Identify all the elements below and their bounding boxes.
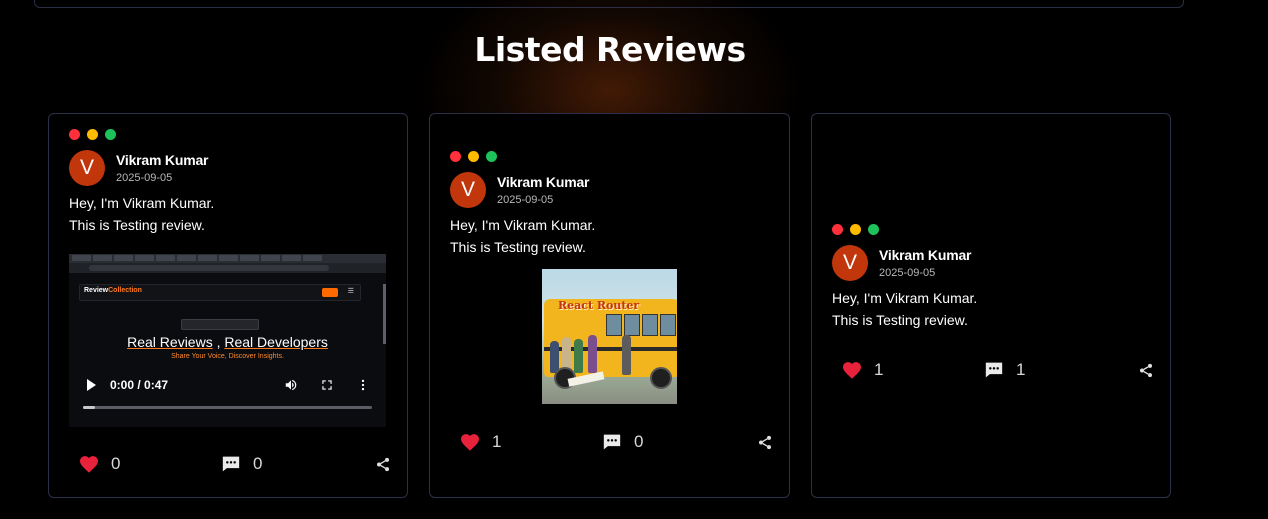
review-text: Hey, I'm Vikram Kumar. This is Testing r… [450, 214, 769, 258]
comment-count: 0 [634, 432, 644, 451]
green-dot [868, 224, 879, 235]
like-count: 0 [111, 454, 121, 473]
video-subheading: Share Your Voice, Discover Insights. [171, 353, 284, 360]
video-logo-text: Review [84, 287, 109, 294]
video-controls: 0:00 / 0:47 [69, 370, 386, 400]
share-icon[interactable] [757, 434, 773, 451]
red-dot [832, 224, 843, 235]
review-text-line: This is Testing review. [832, 312, 968, 328]
review-date: 2025-09-05 [497, 194, 554, 206]
top-panel [34, 0, 1184, 8]
video-url-bar [69, 263, 386, 273]
like-count: 1 [874, 360, 884, 379]
review-text-line: Hey, I'm Vikram Kumar. [832, 290, 978, 306]
like-button[interactable]: 1 [460, 432, 602, 452]
review-actions: 1 0 [460, 432, 773, 452]
image-title: React Router [558, 299, 640, 312]
author-row: V Vikram Kumar 2025-09-05 [832, 245, 1150, 281]
review-video[interactable]: ReviewCollection ☰ Real Reviews , Real D… [69, 254, 386, 427]
review-actions: 1 1 [842, 360, 1154, 380]
review-image[interactable]: React Router [542, 269, 677, 404]
comment-icon [603, 434, 621, 450]
red-dot [69, 129, 80, 140]
review-card: V Vikram Kumar 2025-09-05 Hey, I'm Vikra… [811, 113, 1171, 498]
comment-count: 0 [253, 454, 263, 473]
author-name: Vikram Kumar [879, 247, 972, 263]
video-logo: ReviewCollection [84, 287, 142, 294]
avatar: V [832, 245, 868, 281]
yellow-dot [850, 224, 861, 235]
review-text-line: Hey, I'm Vikram Kumar. [450, 217, 596, 233]
review-date: 2025-09-05 [116, 172, 173, 184]
review-date: 2025-09-05 [879, 267, 936, 279]
share-icon[interactable] [375, 456, 391, 473]
like-count: 1 [492, 432, 502, 451]
yellow-dot [468, 151, 479, 162]
comment-button[interactable]: 0 [221, 454, 375, 474]
heart-icon [843, 362, 861, 379]
green-dot [486, 151, 497, 162]
video-heading-part1: Real Reviews [127, 334, 213, 350]
comment-icon [985, 362, 1003, 378]
window-dots [69, 129, 387, 140]
avatar: V [69, 150, 105, 186]
heart-icon [461, 434, 479, 451]
comment-button[interactable]: 1 [984, 360, 1138, 380]
author-row: V Vikram Kumar 2025-09-05 [69, 150, 387, 186]
window-dots [450, 151, 769, 162]
green-dot [105, 129, 116, 140]
heart-icon [80, 456, 98, 473]
video-pill [181, 319, 259, 330]
video-progress[interactable] [83, 406, 372, 409]
yellow-dot [87, 129, 98, 140]
review-text-line: This is Testing review. [450, 239, 586, 255]
red-dot [450, 151, 461, 162]
video-time: 0:00 / 0:47 [110, 378, 169, 392]
review-text: Hey, I'm Vikram Kumar. This is Testing r… [832, 287, 1150, 331]
video-navbar: ReviewCollection ☰ [79, 284, 361, 301]
fullscreen-icon[interactable] [320, 378, 334, 392]
author-name: Vikram Kumar [116, 152, 209, 168]
review-text-line: Hey, I'm Vikram Kumar. [69, 195, 215, 211]
video-heading: Real Reviews , Real Developers [69, 334, 386, 350]
share-icon[interactable] [1138, 362, 1154, 379]
volume-icon[interactable] [284, 378, 298, 392]
comment-icon [222, 456, 240, 472]
review-text-line: This is Testing review. [69, 217, 205, 233]
video-heading-part2: Real Developers [224, 334, 328, 350]
video-menu-icon: ☰ [347, 288, 354, 295]
section-title: Listed Reviews [474, 30, 746, 69]
review-card: V Vikram Kumar 2025-09-05 Hey, I'm Vikra… [429, 113, 790, 498]
like-button[interactable]: 0 [79, 454, 221, 474]
more-options-icon[interactable] [356, 378, 370, 392]
author-row: V Vikram Kumar 2025-09-05 [450, 172, 769, 208]
review-text: Hey, I'm Vikram Kumar. This is Testing r… [69, 192, 387, 236]
video-heading-separator: , [216, 334, 221, 350]
avatar: V [450, 172, 486, 208]
review-card: V Vikram Kumar 2025-09-05 Hey, I'm Vikra… [48, 113, 408, 498]
window-dots [832, 224, 1150, 235]
play-icon[interactable] [87, 379, 96, 391]
video-browser-tabs [69, 254, 386, 263]
comment-count: 1 [1016, 360, 1026, 379]
author-name: Vikram Kumar [497, 174, 590, 190]
review-actions: 0 0 [79, 454, 391, 474]
video-login-button [322, 288, 338, 297]
comment-button[interactable]: 0 [602, 432, 757, 452]
video-logo-accent: Collection [108, 287, 142, 294]
like-button[interactable]: 1 [842, 360, 984, 380]
